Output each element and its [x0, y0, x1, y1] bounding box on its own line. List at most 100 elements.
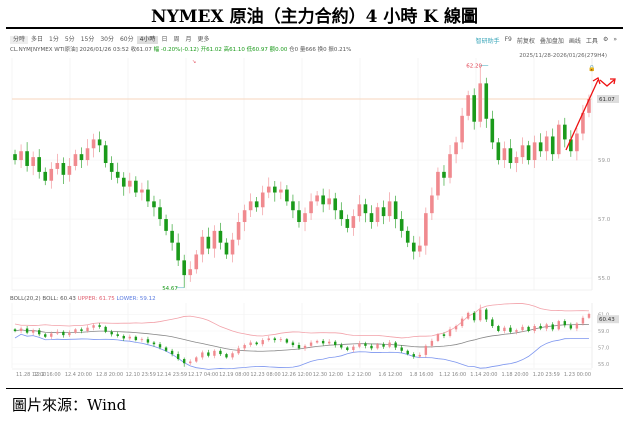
- sub-candle: [207, 352, 210, 356]
- sub-candle: [575, 323, 579, 329]
- x-tick-label: 1.18 20:00: [501, 372, 528, 378]
- sub-candle: [424, 345, 428, 355]
- candle: [418, 245, 422, 252]
- sub-candle: [189, 361, 192, 364]
- candle: [242, 210, 247, 223]
- x-tick-label: 12.26 12:00: [282, 372, 312, 378]
- sub-candle: [164, 347, 168, 351]
- sub-candle: [466, 312, 470, 319]
- candle: [128, 180, 132, 187]
- sub-candle: [267, 338, 270, 341]
- x-tick-label: 12.23 08:00: [250, 372, 280, 378]
- candle: [25, 151, 29, 166]
- candle: [448, 154, 452, 178]
- sub-candle: [394, 342, 397, 348]
- candle: [212, 230, 217, 249]
- sub-candle: [44, 334, 47, 337]
- candle: [224, 242, 229, 255]
- sub-candle: [74, 329, 77, 333]
- candle: [152, 201, 156, 208]
- candle: [575, 133, 579, 152]
- sub-candle: [521, 326, 524, 331]
- candle: [333, 198, 338, 211]
- candle: [399, 219, 404, 231]
- sub-candle: [418, 354, 422, 357]
- candle: [563, 124, 567, 140]
- trend-arrow: [565, 79, 599, 151]
- sub-candle: [62, 331, 65, 336]
- sub-candle: [285, 339, 289, 343]
- sub-candle: [545, 324, 548, 329]
- sub-candle: [152, 342, 156, 345]
- candle: [206, 236, 211, 249]
- sub-candle: [388, 342, 391, 347]
- candle: [430, 195, 434, 214]
- candle: [97, 139, 102, 146]
- sub-candle: [503, 327, 506, 331]
- sub-candle: [25, 328, 29, 333]
- candle: [405, 230, 410, 243]
- sub-candle: [563, 321, 567, 326]
- sub-candle: [491, 319, 494, 327]
- candle: [140, 189, 144, 193]
- sub-candle: [587, 313, 591, 318]
- sub-y-tick-label: 59.0: [598, 329, 609, 335]
- sub-candle: [116, 334, 119, 336]
- candle: [121, 177, 126, 187]
- candlestick-chart[interactable]: 55.057.059.055.057.059.061.061.0762.2054…: [0, 0, 629, 421]
- sub-candle: [19, 328, 23, 331]
- sub-candle: [303, 345, 307, 349]
- candle: [393, 201, 398, 220]
- candle: [194, 254, 199, 270]
- candle: [309, 201, 313, 214]
- candle: [532, 142, 537, 161]
- sub-candle: [321, 340, 325, 344]
- x-tick-label: 12.17 04:00: [188, 372, 218, 378]
- sub-candle: [315, 340, 319, 343]
- sub-candle: [104, 326, 107, 332]
- sub-candle: [98, 325, 101, 327]
- candle: [424, 213, 428, 246]
- x-tick-label: 12.14 23:59: [157, 372, 187, 378]
- candle: [19, 151, 23, 161]
- sub-candle: [37, 330, 41, 335]
- sub-candle: [454, 326, 458, 330]
- candle: [556, 124, 561, 155]
- candle: [321, 195, 325, 205]
- last-price-label: 61.07: [599, 97, 615, 103]
- candle: [442, 171, 446, 178]
- candle: [454, 142, 458, 155]
- chart-window: NYMEX 原油（主力合約）4 小時 K 線圖 分時 多日 1分 5分 15分 …: [0, 0, 629, 421]
- sub-candle: [291, 342, 295, 346]
- sub-candle: [237, 348, 240, 354]
- candle: [43, 171, 48, 181]
- candle: [466, 95, 470, 116]
- candle: [490, 118, 495, 143]
- candle: [436, 171, 440, 196]
- sub-candle: [527, 326, 530, 331]
- candle: [73, 154, 78, 166]
- sub-candle: [182, 359, 186, 364]
- candle: [260, 192, 265, 208]
- candle: [248, 201, 253, 211]
- sub-candle: [146, 339, 150, 343]
- sub-candle: [13, 329, 17, 331]
- max-label: 62.20: [466, 64, 482, 70]
- sub-candle: [68, 332, 71, 336]
- candle: [115, 171, 120, 178]
- lock-icon: 🔒: [588, 64, 595, 72]
- x-tick-label: 1.23 00:00: [564, 372, 591, 378]
- sub-candle: [400, 347, 403, 351]
- sub-candle: [515, 330, 518, 332]
- candle: [13, 154, 17, 161]
- sub-candle: [122, 335, 125, 339]
- candle: [411, 242, 416, 252]
- candle: [291, 201, 295, 211]
- sub-candle: [80, 329, 83, 331]
- candle: [508, 148, 513, 164]
- candle: [55, 163, 60, 169]
- sub-candle: [539, 326, 542, 329]
- sub-candle: [195, 357, 198, 362]
- candle: [357, 204, 362, 217]
- x-tick-label: 12.4 20:00: [65, 372, 92, 378]
